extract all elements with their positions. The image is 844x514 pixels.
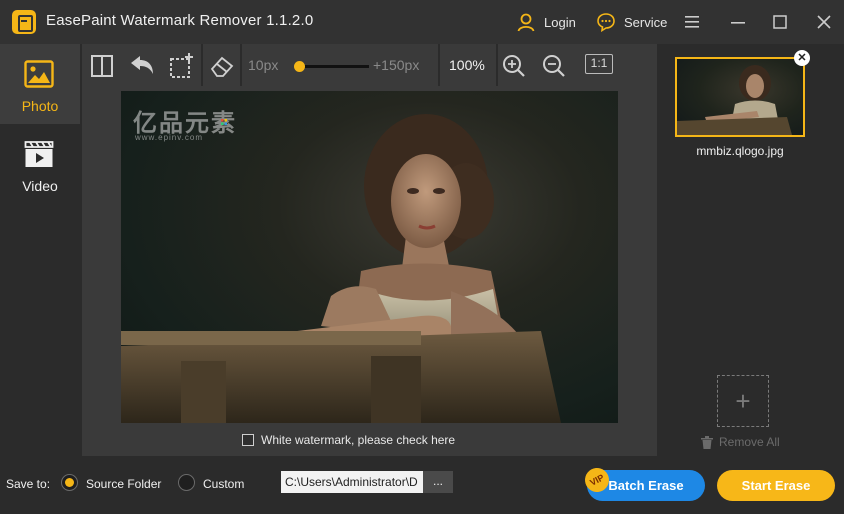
custom-radio[interactable] — [178, 474, 195, 491]
watermark-dots-icon — [221, 119, 227, 125]
toolbar-divider — [240, 44, 242, 86]
photo-icon — [24, 60, 54, 88]
batch-erase-label: Batch Erase — [608, 478, 684, 493]
user-icon — [517, 13, 535, 32]
white-watermark-label: White watermark, please check here — [261, 433, 456, 447]
watermark-url: www.epinv.com — [135, 133, 203, 142]
zoom-in-button[interactable] — [500, 52, 528, 80]
edit-toolbar: 10px +150px 100% 1:1 — [82, 44, 657, 86]
save-path-field[interactable]: C:\Users\Administrator\D — [281, 471, 423, 493]
maximize-button[interactable] — [768, 10, 792, 34]
remove-file-button[interactable]: ✕ — [794, 50, 810, 66]
file-name: mmbiz.qlogo.jpg — [696, 144, 784, 158]
toolbar-divider — [201, 44, 203, 86]
close-icon — [817, 15, 831, 29]
login-button[interactable]: Login — [516, 12, 576, 32]
thumbnail-image — [677, 65, 792, 135]
sidebar: Photo Video — [0, 44, 80, 456]
toolbar-divider — [438, 44, 440, 86]
sidebar-item-label: Photo — [21, 98, 59, 114]
source-folder-label[interactable]: Source Folder — [86, 477, 161, 491]
brush-max-label: +150px — [373, 57, 420, 73]
white-watermark-checkbox[interactable] — [242, 434, 254, 446]
crop-button[interactable] — [168, 52, 196, 80]
add-file-button[interactable]: + — [717, 375, 769, 427]
crop-icon — [170, 53, 193, 78]
minimize-button[interactable] — [726, 10, 750, 34]
custom-label[interactable]: Custom — [203, 477, 244, 491]
actual-size-button[interactable]: 1:1 — [585, 54, 613, 74]
zoom-out-button[interactable] — [540, 52, 568, 80]
remove-all-label: Remove All — [719, 435, 780, 449]
white-watermark-option[interactable]: White watermark, please check here — [242, 433, 455, 447]
service-label: Service — [624, 14, 668, 30]
chat-icon — [597, 13, 615, 32]
file-list-panel: ✕ mmbiz.qlogo.jpg + Remove All — [659, 44, 844, 456]
menu-button[interactable] — [680, 10, 704, 34]
zoom-level: 100% — [449, 57, 485, 73]
brush-min-label: 10px — [248, 57, 279, 73]
start-erase-label: Start Erase — [741, 478, 811, 493]
brush-size-slider-handle[interactable] — [294, 61, 305, 72]
sidebar-item-photo[interactable]: Photo — [0, 44, 80, 124]
maximize-icon — [773, 15, 787, 29]
sidebar-item-video[interactable]: Video — [0, 124, 80, 204]
sidebar-item-label: Video — [22, 178, 58, 194]
brush-size-slider[interactable] — [296, 65, 369, 68]
service-button[interactable]: Service — [596, 12, 667, 32]
file-thumbnail[interactable] — [675, 57, 805, 137]
title-bar: EasePaint Watermark Remover 1.1.2.0 Logi… — [0, 0, 844, 44]
video-icon — [24, 141, 54, 167]
browse-button[interactable]: ... — [423, 471, 453, 493]
compare-icon — [91, 55, 113, 77]
close-button[interactable] — [812, 10, 836, 34]
trash-icon — [701, 435, 713, 449]
toolbar-divider — [496, 44, 498, 86]
remove-all-button[interactable]: Remove All — [701, 435, 780, 449]
undo-icon — [131, 56, 153, 74]
source-folder-radio[interactable] — [61, 474, 78, 491]
undo-button[interactable] — [128, 52, 156, 80]
bottom-bar: Save to: Source Folder Custom C:\Users\A… — [0, 456, 844, 514]
image-canvas[interactable]: 亿品元素 www.epinv.com — [121, 91, 618, 423]
save-to-label: Save to: — [6, 477, 51, 491]
zoom-out-icon — [543, 55, 565, 77]
login-label: Login — [544, 14, 576, 30]
eraser-button[interactable] — [208, 52, 236, 80]
compare-button[interactable] — [88, 52, 116, 80]
hamburger-icon — [685, 16, 699, 28]
zoom-in-icon — [503, 55, 525, 77]
eraser-icon — [210, 56, 234, 77]
canvas-area: 亿品元素 www.epinv.com White watermark, plea… — [82, 86, 657, 456]
start-erase-button[interactable]: Start Erase — [717, 470, 835, 501]
app-logo-icon — [12, 10, 36, 34]
minimize-icon — [731, 22, 745, 24]
app-title: EasePaint Watermark Remover 1.1.2.0 — [46, 12, 314, 29]
